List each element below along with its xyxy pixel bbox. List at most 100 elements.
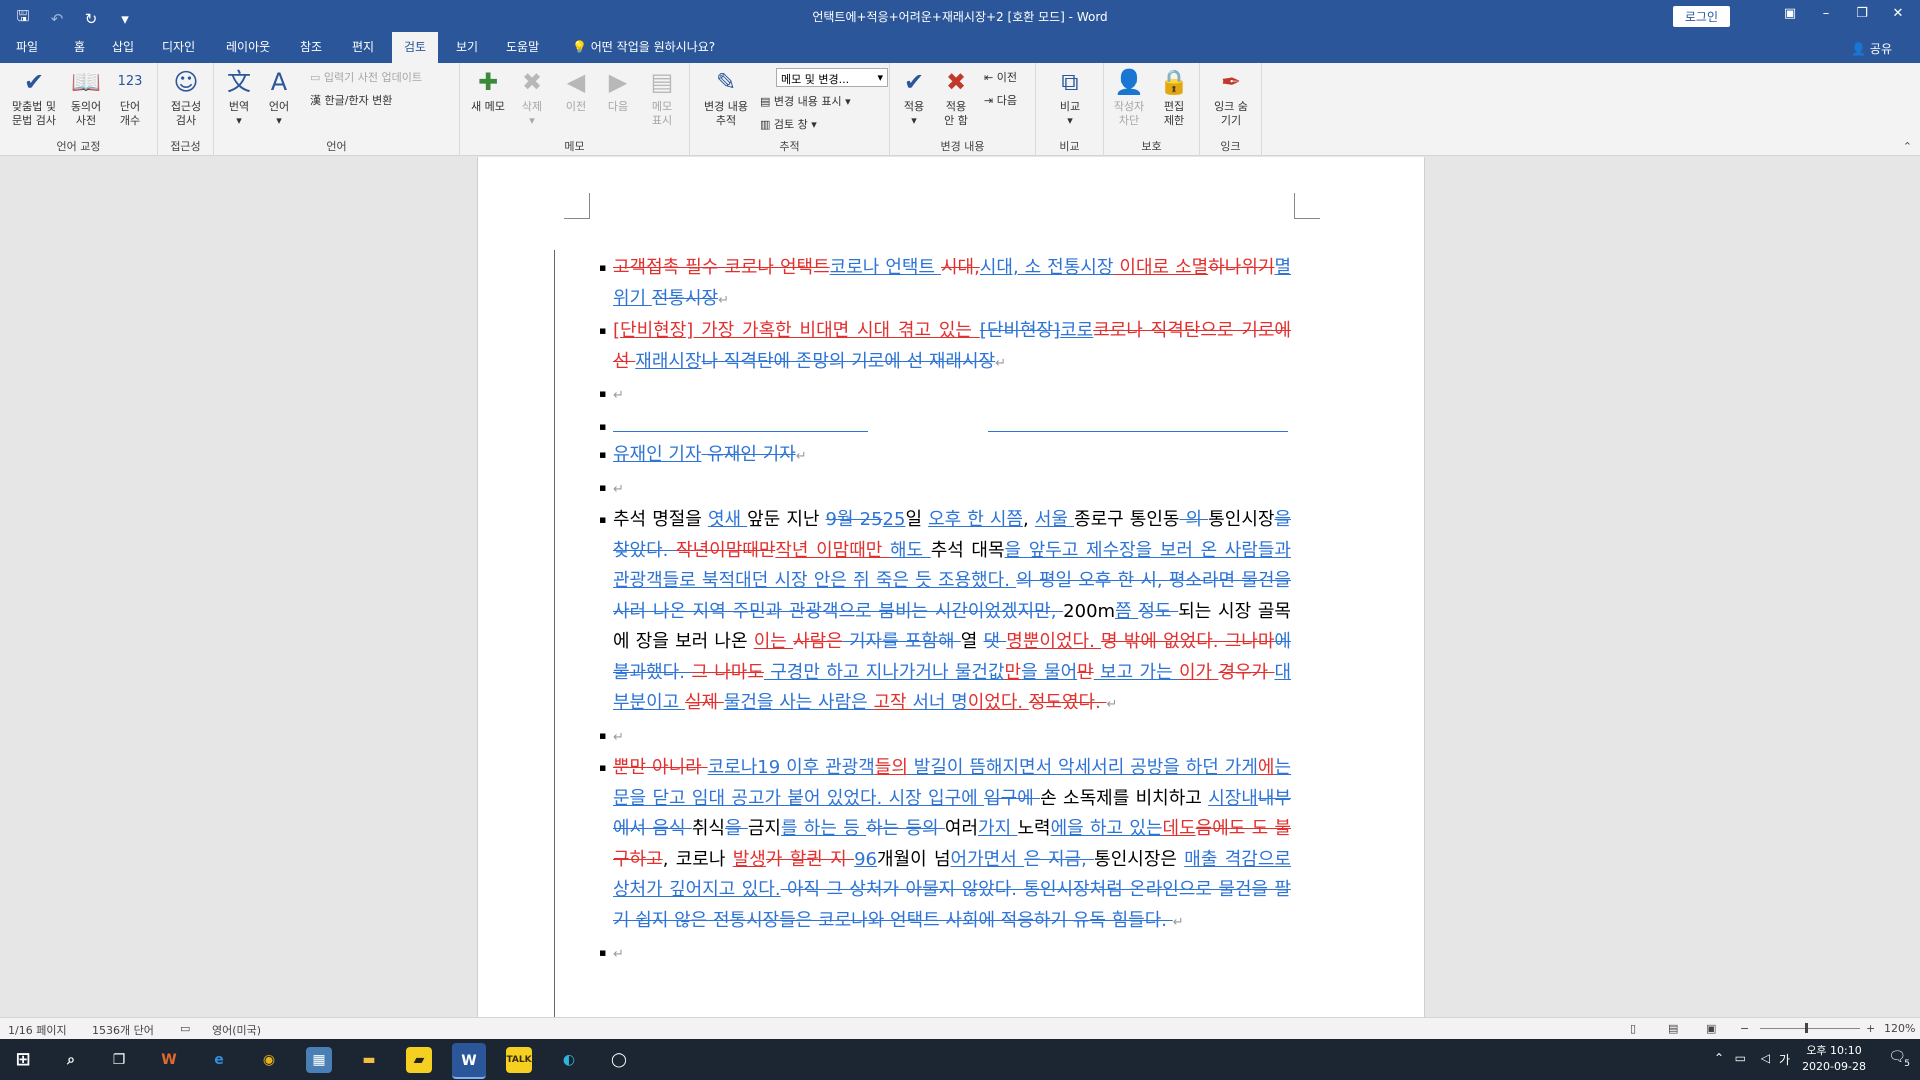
text-run: 추석 명절을 (613, 509, 708, 530)
spelling-button[interactable]: ✔ 맞춤법 및 문법 검사 (6, 67, 62, 128)
word-count[interactable]: 1536개 단어 (92, 1022, 154, 1038)
app-icon[interactable]: ◯ (606, 1047, 632, 1073)
minimize-icon[interactable]: – (1816, 6, 1836, 21)
track-changes-button[interactable]: ✎ 변경 내용 추적 (696, 67, 756, 128)
tab-review[interactable]: 검토 (392, 32, 439, 63)
zoom-out-icon[interactable]: − (1740, 1022, 1749, 1035)
accept-button[interactable]: ✔ 적용 ▾ (896, 67, 932, 128)
accept-label: 적용 (903, 100, 925, 113)
inserted-text: 어가면서 (950, 848, 1025, 870)
windows-start-icon[interactable]: ⊞ (10, 1047, 36, 1073)
clock[interactable]: 오후 10:10 2020-09-28 (1802, 1043, 1866, 1075)
tell-me-search[interactable]: 💡 어떤 작업을 원하시나요? (560, 32, 727, 63)
previous-change-label: 이전 (996, 71, 1017, 84)
reject-button[interactable]: ✖ 적용 안 함 (936, 67, 976, 128)
show-comments-button[interactable]: ▤ 메모 표시 (642, 67, 682, 128)
tab-help[interactable]: 도움말 (494, 32, 551, 63)
edge-icon[interactable]: ◐ (556, 1047, 582, 1073)
network-icon[interactable]: ▭ (1735, 1051, 1746, 1065)
read-mode-icon[interactable]: ▯ (1630, 1022, 1636, 1035)
search-icon[interactable]: ⌕ (58, 1047, 84, 1073)
inserted-text: 25 (882, 509, 906, 530)
proofing-status-icon[interactable]: ▭ (180, 1022, 190, 1035)
hanja-convert-button[interactable]: 漢 한글/한자 변환 (310, 92, 392, 108)
zoom-slider[interactable] (1760, 1028, 1860, 1029)
ime-update-label: 입력기 사전 업데이트 (323, 71, 422, 84)
ime-indicator[interactable]: 가 (1779, 1051, 1790, 1068)
language-button[interactable]: A 언어 ▾ (262, 67, 296, 128)
deleted-text: 만 (1077, 661, 1094, 683)
tray-expand-icon[interactable]: ⌃ (1714, 1051, 1724, 1065)
compare-button[interactable]: ⧉ 비교 ▾ (1050, 67, 1090, 128)
previous-comment-button[interactable]: ◀ 이전 (556, 67, 596, 114)
hide-ink-label: 잉크 숨 기기 (1214, 100, 1248, 127)
thesaurus-button[interactable]: 📖 동의어 사전 (64, 67, 108, 128)
word-taskbar-icon[interactable]: W (452, 1043, 486, 1079)
inserted-text: 96 (854, 848, 877, 870)
zoom-slider-thumb[interactable] (1805, 1023, 1808, 1033)
group-label-language: 언어 (326, 140, 347, 153)
zoom-level[interactable]: 120% (1884, 1022, 1915, 1035)
markup-dropdown[interactable]: 메모 및 변경... ▾ (776, 68, 888, 87)
next-change-button[interactable]: ⇥ 다음 (984, 92, 1017, 108)
sticky-notes-icon[interactable]: ▰ (406, 1047, 432, 1073)
next-comment-button[interactable]: ▶ 다음 (598, 67, 638, 114)
ime-update-button[interactable]: ▭ 입력기 사전 업데이트 (310, 69, 422, 85)
inserted-text: 시대, 소 전통시장 (979, 257, 1114, 278)
delete-comment-button[interactable]: ✖ 삭제 ▾ (512, 67, 552, 128)
block-authors-button[interactable]: 👤 작성자 차단 (1108, 67, 1150, 128)
block-authors-label: 작성자 차단 (1113, 100, 1145, 127)
hide-ink-button[interactable]: ✒ 잉크 숨 기기 (1208, 67, 1254, 128)
inserted-text: 시장내 (1208, 787, 1258, 809)
web-layout-icon[interactable]: ▣ (1706, 1022, 1716, 1035)
group-label-ink: 잉크 (1220, 140, 1241, 153)
text-run: 취식 (691, 818, 725, 839)
inserted-text: 데도 (1162, 818, 1196, 839)
document-body[interactable]: 고객접촉 필수 코로나 언택트코로나 언택트 시대,시대, 소 전통시장 이대로… (599, 253, 1291, 971)
new-comment-label: 새 메모 (471, 100, 505, 113)
tab-insert[interactable]: 삽입 (100, 32, 146, 63)
previous-change-button[interactable]: ⇤ 이전 (984, 69, 1017, 85)
inserted-rule (613, 420, 868, 432)
internet-explorer-icon[interactable]: e (206, 1047, 232, 1073)
login-button[interactable]: 로그인 (1672, 6, 1730, 27)
document-page[interactable]: 고객접촉 필수 코로나 언택트코로나 언택트 시대,시대, 소 전통시장 이대로… (477, 157, 1425, 1017)
next-change-label: 다음 (996, 94, 1017, 107)
print-layout-icon[interactable]: ▤ (1668, 1022, 1678, 1035)
accessibility-check-button[interactable]: ☺ 접근성 검사 (164, 67, 208, 128)
restrict-editing-button[interactable]: 🔒 편집 제한 (1154, 67, 1194, 128)
chevron-down-icon: ▾ (841, 95, 851, 108)
tab-file[interactable]: 파일 (4, 32, 50, 63)
file-explorer-icon[interactable]: ▬ (356, 1047, 382, 1073)
app-icon[interactable]: ▦ (306, 1047, 332, 1073)
share-button[interactable]: 👤 공유 (1851, 40, 1892, 57)
deleted-text: 유재인 기자 (701, 444, 796, 465)
ribbon-display-icon[interactable]: ▣ (1780, 6, 1800, 21)
inserted-text: 쯤 (1115, 600, 1139, 622)
review-pane-button[interactable]: ▥ 검토 창 ▾ (760, 116, 817, 132)
zoom-in-icon[interactable]: + (1866, 1022, 1875, 1035)
app-icon[interactable]: W (156, 1047, 182, 1073)
tab-design[interactable]: 디자인 (150, 32, 207, 63)
translate-button[interactable]: 文 번역 ▾ (222, 67, 256, 128)
group-changes: ✔ 적용 ▾ ✖ 적용 안 함 ⇤ 이전 ⇥ 다음 변경 내용 (890, 63, 1036, 156)
tab-references[interactable]: 참조 (288, 32, 334, 63)
language-status[interactable]: 영어(미국) (212, 1022, 261, 1038)
tab-home[interactable]: 홈 (62, 32, 97, 63)
spell-check-icon: ✔ (23, 68, 45, 96)
show-markup-button[interactable]: ▤ 변경 내용 표시 ▾ (760, 93, 851, 109)
tab-view[interactable]: 보기 (444, 32, 490, 63)
restore-icon[interactable]: ❐ (1852, 6, 1872, 21)
word-count-button[interactable]: 123 단어 개수 (110, 67, 150, 128)
close-icon[interactable]: ✕ (1888, 6, 1908, 21)
volume-icon[interactable]: ◁ (1761, 1051, 1770, 1065)
text-run: 손 소독제를 비치하고 (1040, 787, 1209, 809)
chrome-icon[interactable]: ◉ (256, 1047, 282, 1073)
tab-mailings[interactable]: 편지 (340, 32, 386, 63)
page-count[interactable]: 1/16 페이지 (8, 1022, 67, 1038)
kakaotalk-icon[interactable]: TALK (506, 1047, 532, 1073)
tab-layout[interactable]: 레이아웃 (214, 32, 282, 63)
task-view-icon[interactable]: ❐ (106, 1047, 132, 1073)
new-comment-button[interactable]: ✚ 새 메모 (468, 67, 508, 114)
collapse-ribbon-icon[interactable]: ⌃ (1903, 140, 1912, 153)
